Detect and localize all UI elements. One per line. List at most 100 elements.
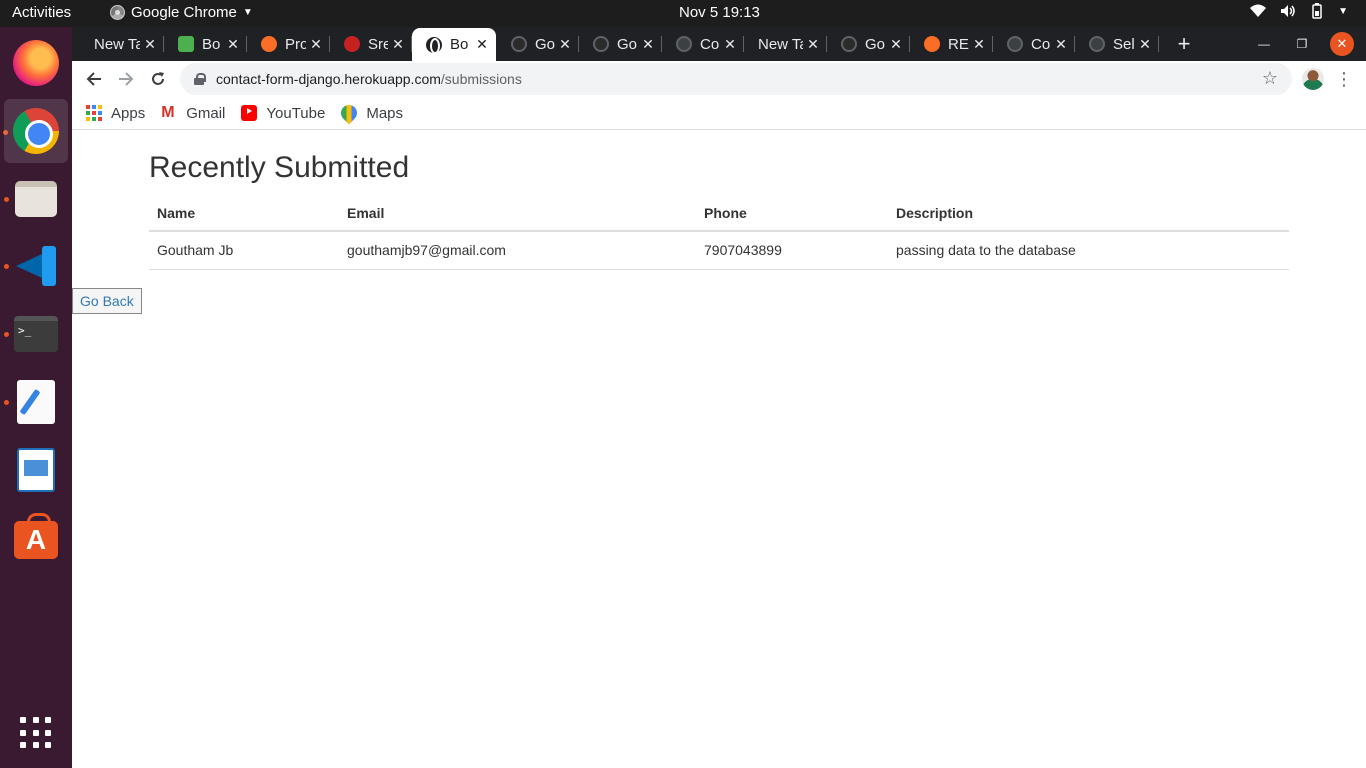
tab-title: Co [1031,35,1051,53]
ubuntu-dock: >_ A [0,27,72,768]
app-grid-icon [20,717,52,749]
close-tab-icon[interactable]: ✕ [969,36,989,53]
gitlab-fox-icon [924,36,940,52]
cell-name: Goutham Jb [149,231,339,270]
dock-text-editor[interactable] [4,370,68,434]
url-path: /submissions [440,71,522,87]
address-bar[interactable]: contact-form-django.herokuapp.com/submis… [180,63,1292,95]
youtube-icon [241,105,258,121]
new-tab-button[interactable]: + [1170,30,1198,58]
wifi-icon [1250,4,1267,18]
close-window-button[interactable]: ✕ [1330,32,1354,56]
bookmark-gmail[interactable]: M Gmail [161,105,225,122]
browser-tab[interactable]: Bo ✕ [164,27,247,61]
tab-title: RE [948,35,969,53]
chevron-down-icon: ▼ [1338,5,1348,17]
column-header-email: Email [339,196,696,232]
browser-tab[interactable]: New Tab✕ [744,27,827,61]
bookmark-star-icon[interactable]: ☆ [1262,68,1278,89]
loading-globe-icon [1089,36,1105,52]
green-logo-icon [178,36,194,52]
page-title: Recently Submitted [149,151,410,184]
clock[interactable]: Nov 5 19:13 [679,4,760,21]
github-icon [511,36,527,52]
close-tab-icon[interactable]: ✕ [886,36,906,53]
close-tab-icon[interactable]: ✕ [1135,36,1155,53]
browser-tab[interactable]: New Tab✕ [80,27,164,61]
github-icon [593,36,609,52]
lock-icon[interactable] [194,73,206,85]
browser-tab[interactable]: Co ✕ [662,27,744,61]
dock-files[interactable] [4,167,68,231]
column-header-description: Description [888,196,1289,232]
app-menu[interactable]: Google Chrome ▼ [110,4,253,21]
submissions-table: Name Email Phone Description Goutham Jb … [149,196,1289,270]
bookmark-label: Apps [111,104,146,122]
tab-title: Sel [1113,35,1135,53]
tab-title: Go [535,35,555,53]
system-top-bar: Activities Google Chrome ▼ Nov 5 19:13 ▼ [0,0,1366,27]
browser-toolbar: contact-form-django.herokuapp.com/submis… [72,61,1366,97]
close-tab-icon[interactable]: ✕ [638,36,658,53]
activities-button[interactable]: Activities [12,4,71,21]
close-tab-icon[interactable]: ✕ [720,36,740,53]
text-editor-icon [17,380,55,424]
apps-grid-icon [86,105,102,121]
dock-libreoffice-impress[interactable] [4,438,68,502]
forward-button[interactable] [112,65,140,93]
system-tray[interactable]: ▼ [1250,3,1348,19]
chrome-menu-button[interactable]: ⋮ [1334,65,1354,93]
cell-email: gouthamjb97@gmail.com [339,231,696,270]
browser-tab[interactable]: Co ✕ [993,27,1075,61]
battery-icon [1310,3,1324,19]
tab-title: Co [700,35,720,53]
loading-globe-icon [676,36,692,52]
minimize-button[interactable]: — [1252,32,1276,56]
browser-tab[interactable]: Go ✕ [579,27,662,61]
dock-vscode[interactable] [4,234,68,298]
bookmark-maps[interactable]: Maps [338,101,403,125]
table-row: Goutham Jb gouthamjb97@gmail.com 7907043… [149,231,1289,270]
bookmark-youtube[interactable]: YouTube [241,105,325,122]
impress-icon [17,448,55,492]
close-tab-icon[interactable]: ✕ [555,36,575,53]
close-tab-icon[interactable]: ✕ [388,36,408,53]
dock-chrome[interactable] [4,99,68,163]
dock-terminal[interactable]: >_ [4,302,68,366]
ubuntu-software-icon: A [14,513,58,559]
gitlab-fox-icon [261,36,277,52]
maximize-button[interactable]: ❐ [1290,32,1314,56]
close-tab-icon[interactable]: ✕ [1051,36,1071,53]
vscode-icon [14,244,58,288]
tab-title: Sre [368,35,388,53]
dock-ubuntu-software[interactable]: A [4,505,68,569]
tab-separator [1158,36,1159,52]
browser-tab[interactable]: Sre ✕ [330,27,412,61]
close-tab-icon[interactable]: ✕ [803,36,823,53]
close-tab-icon[interactable]: ✕ [472,36,492,53]
tab-title: Pro [285,35,306,53]
browser-tab[interactable]: Go ✕ [827,27,910,61]
browser-tab[interactable]: Go ✕ [497,27,579,61]
browser-tab[interactable]: Sel ✕ [1075,27,1159,61]
bookmark-label: YouTube [266,104,326,122]
chrome-icon [13,108,59,154]
back-button[interactable] [80,65,108,93]
browser-tab[interactable]: Pro ✕ [247,27,330,61]
show-applications-button[interactable] [4,701,68,765]
bookmark-apps[interactable]: Apps [86,105,145,122]
dock-firefox[interactable] [4,31,68,95]
tab-title: Bo [450,36,469,53]
reload-button[interactable] [144,65,172,93]
github-icon [841,36,857,52]
gmail-icon: M [161,104,175,121]
browser-tab[interactable]: Bo ✕ [412,28,496,61]
browser-tab[interactable]: RE ✕ [910,27,993,61]
close-tab-icon[interactable]: ✕ [306,36,326,53]
profile-avatar[interactable] [1302,68,1324,90]
caret-down-icon: ▼ [242,7,253,18]
close-tab-icon[interactable]: ✕ [223,36,243,53]
close-tab-icon[interactable]: ✕ [140,36,160,53]
go-back-button[interactable]: Go Back [72,288,142,314]
globe-icon [426,36,442,54]
